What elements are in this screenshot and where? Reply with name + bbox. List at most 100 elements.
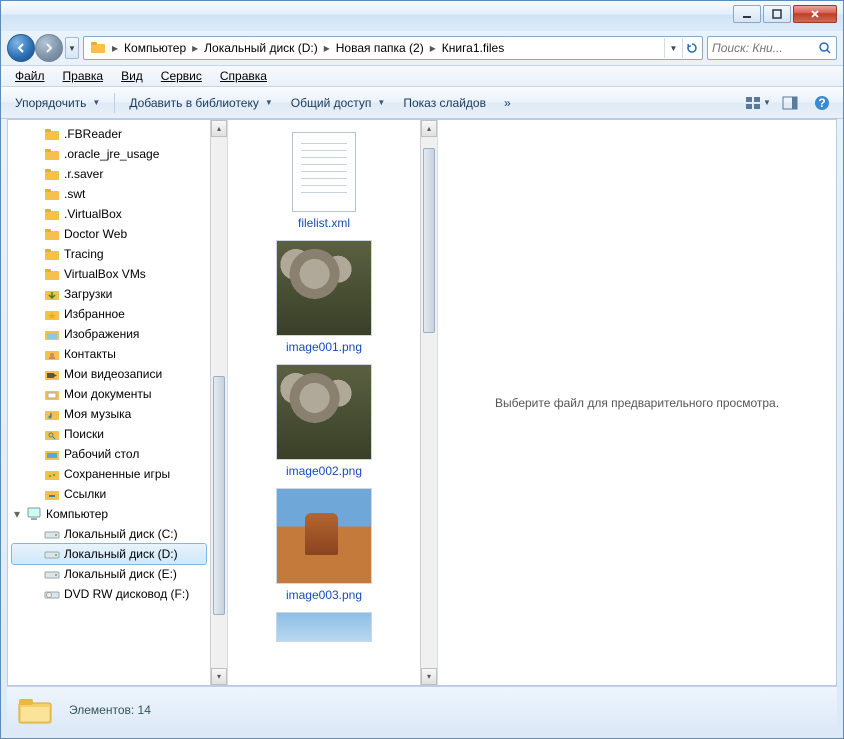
preview-pane: Выберите файл для предварительного просм… [438, 120, 836, 685]
toolbar: Упорядочить▼ Добавить в библиотеку▼ Общи… [1, 87, 843, 119]
menu-bar: Файл Правка Вид Сервис Справка [1, 65, 843, 87]
tree-item[interactable]: Мои видеозаписи [8, 364, 210, 384]
address-bar[interactable]: ▸ Компьютер ▸ Локальный диск (D:) ▸ Нова… [83, 36, 703, 60]
tree-item-label: Локальный диск (E:) [64, 567, 177, 581]
menu-edit[interactable]: Правка [55, 67, 112, 85]
tree-item[interactable]: Doctor Web [8, 224, 210, 244]
file-item[interactable]: image003.png [254, 488, 394, 602]
tree-item[interactable]: Поиски [8, 424, 210, 444]
preview-pane-button[interactable] [775, 91, 805, 115]
scroll-thumb[interactable] [423, 148, 435, 334]
menu-help[interactable]: Справка [212, 67, 275, 85]
expand-icon[interactable]: ▾ [12, 507, 22, 521]
tree-item-label: Изображения [64, 327, 139, 341]
tree-item-label: .FBReader [64, 127, 122, 141]
maximize-button[interactable] [763, 5, 791, 23]
tree-item[interactable]: Локальный диск (C:) [8, 524, 210, 544]
scroll-up-button[interactable]: ▴ [421, 120, 437, 137]
breadcrumb-item[interactable]: Книга1.files [438, 37, 508, 59]
slideshow-button[interactable]: Показ слайдов [395, 92, 494, 114]
breadcrumb-item[interactable]: Компьютер [120, 37, 190, 59]
address-dropdown[interactable]: ▼ [664, 38, 682, 58]
tree-item[interactable]: Моя музыка [8, 404, 210, 424]
tree-item[interactable]: Локальный диск (D:) [12, 544, 206, 564]
tree-item[interactable]: Tracing [8, 244, 210, 264]
tree-item[interactable]: .r.saver [8, 164, 210, 184]
files-pane: filelist.xml image001.png image002.png imag… [228, 120, 438, 685]
file-item[interactable]: image002.png [254, 364, 394, 478]
breadcrumb-item[interactable]: Локальный диск (D:) [200, 37, 322, 59]
files-list[interactable]: filelist.xml image001.png image002.png imag… [228, 120, 420, 685]
add-to-library-button[interactable]: Добавить в библиотеку▼ [121, 92, 280, 114]
titlebar [1, 1, 843, 31]
scroll-down-button[interactable]: ▾ [211, 668, 227, 685]
tree-item[interactable]: Рабочий стол [8, 444, 210, 464]
tree-item-label: Моя музыка [64, 407, 131, 421]
file-label: filelist.xml [298, 216, 350, 230]
tree-item-label: Tracing [64, 247, 104, 261]
tree-item[interactable]: Загрузки [8, 284, 210, 304]
tree-item[interactable]: Изображения [8, 324, 210, 344]
organize-button[interactable]: Упорядочить▼ [7, 92, 108, 114]
scroll-up-button[interactable]: ▴ [211, 120, 227, 137]
tree-item-label: DVD RW дисковод (F:) [64, 587, 189, 601]
files-scrollbar[interactable]: ▴ ▾ [420, 120, 437, 685]
close-button[interactable] [793, 5, 837, 23]
tree-item-label: Локальный диск (D:) [64, 547, 178, 561]
tree-item[interactable]: VirtualBox VMs [8, 264, 210, 284]
menu-view[interactable]: Вид [113, 67, 151, 85]
tree-item[interactable]: .swt [8, 184, 210, 204]
back-button[interactable] [7, 34, 35, 62]
tree-item-label: .oracle_jre_usage [64, 147, 159, 161]
svg-text:?: ? [818, 96, 825, 110]
tree-item[interactable]: Контакты [8, 344, 210, 364]
search-input[interactable] [712, 41, 818, 55]
history-dropdown[interactable]: ▼ [65, 37, 79, 59]
explorer-window: ▼ ▸ Компьютер ▸ Локальный диск (D:) ▸ Но… [0, 0, 844, 739]
tree-item-label: .swt [64, 187, 85, 201]
menu-tools[interactable]: Сервис [153, 67, 210, 85]
tree-item[interactable]: Локальный диск (E:) [8, 564, 210, 584]
chevron-right-icon: ▸ [110, 41, 120, 55]
navigation-tree-pane: .FBReader .oracle_jre_usage .r.saver .swt .V… [8, 120, 228, 685]
view-mode-button[interactable]: ▼ [743, 91, 773, 115]
navigation-tree[interactable]: .FBReader .oracle_jre_usage .r.saver .swt .V… [8, 120, 210, 685]
refresh-button[interactable] [682, 38, 700, 58]
tree-item[interactable]: ▾Компьютер [8, 504, 210, 524]
tree-item[interactable]: Сохраненные игры [8, 464, 210, 484]
tree-scrollbar[interactable]: ▴ ▾ [210, 120, 227, 685]
file-item[interactable] [254, 612, 394, 642]
more-button[interactable]: » [496, 92, 519, 114]
file-item[interactable]: image001.png [254, 240, 394, 354]
file-label: image003.png [286, 588, 362, 602]
tree-item[interactable]: .VirtualBox [8, 204, 210, 224]
help-button[interactable]: ? [807, 91, 837, 115]
forward-button[interactable] [35, 34, 63, 62]
tree-item-label: Избранное [64, 307, 125, 321]
file-thumbnail [276, 488, 372, 584]
scroll-down-button[interactable]: ▾ [421, 668, 437, 685]
tree-item[interactable]: .oracle_jre_usage [8, 144, 210, 164]
preview-message: Выберите файл для предварительного просм… [495, 396, 779, 410]
breadcrumb-item[interactable]: Новая папка (2) [332, 37, 428, 59]
tree-item-label: VirtualBox VMs [64, 267, 146, 281]
tree-item[interactable]: .FBReader [8, 124, 210, 144]
share-button[interactable]: Общий доступ▼ [283, 92, 394, 114]
file-item[interactable]: filelist.xml [254, 132, 394, 230]
tree-item[interactable]: Избранное [8, 304, 210, 324]
tree-item-label: Doctor Web [64, 227, 127, 241]
tree-item-label: Загрузки [64, 287, 112, 301]
folder-icon [17, 695, 53, 725]
scroll-thumb[interactable] [213, 376, 225, 615]
tree-item[interactable]: DVD RW дисковод (F:) [8, 584, 210, 604]
file-thumbnail [292, 132, 356, 212]
tree-item-label: Рабочий стол [64, 447, 139, 461]
menu-file[interactable]: Файл [7, 67, 53, 85]
tree-item[interactable]: Мои документы [8, 384, 210, 404]
chevron-right-icon: ▸ [428, 41, 438, 55]
file-label: image002.png [286, 464, 362, 478]
minimize-button[interactable] [733, 5, 761, 23]
search-box[interactable] [707, 36, 837, 60]
tree-item[interactable]: Ссылки [8, 484, 210, 504]
tree-item-label: Ссылки [64, 487, 106, 501]
